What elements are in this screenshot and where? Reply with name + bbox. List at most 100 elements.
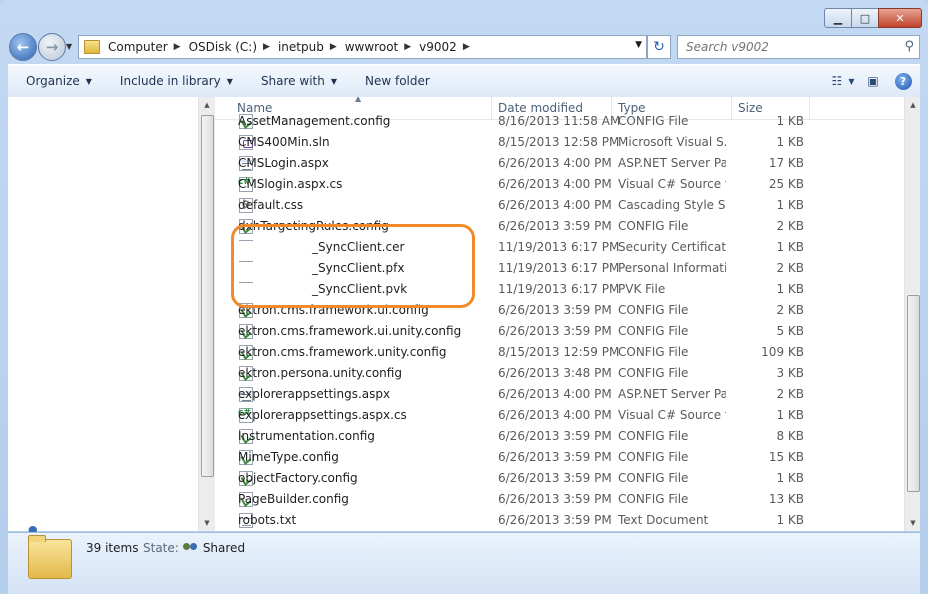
file-date: 6/26/2013 3:59 PM (498, 429, 612, 443)
chevron-right-icon[interactable]: ▶ (330, 42, 337, 52)
help-button[interactable]: ? (892, 71, 914, 91)
recent-pages-dropdown[interactable]: ▼ (66, 42, 72, 51)
share-with-menu[interactable]: Share with ▼ (251, 74, 347, 88)
new-folder-button[interactable]: New folder (355, 74, 440, 88)
file-date: 6/26/2013 4:00 PM (498, 156, 612, 170)
file-row[interactable]: CMS400Min.sln 8/15/2013 12:58 PM Microsoft… (215, 132, 905, 153)
file-row[interactable]: ektron.cms.framework.ui.unity.config 6/26… (215, 321, 905, 342)
scroll-thumb[interactable] (907, 295, 920, 492)
navigation-scrollbar[interactable]: ▲ ▼ (198, 97, 215, 531)
file-type: CONFIG File (618, 303, 689, 317)
file-size: 109 KB (761, 345, 804, 359)
item-count: 39 items (86, 541, 139, 555)
chevron-right-icon[interactable]: ▶ (174, 42, 181, 52)
file-date: 8/15/2013 12:59 PM (498, 345, 620, 359)
file-date: 6/26/2013 4:00 PM (498, 387, 612, 401)
file-row[interactable]: CMSlogin.aspx.cs 6/26/2013 4:00 PM Visual … (215, 174, 905, 195)
breadcrumb-computer[interactable]: Computer ▶ (108, 40, 185, 54)
file-size: 25 KB (768, 177, 804, 191)
preview-pane-button[interactable]: ▣ (862, 71, 884, 91)
file-list-scrollbar[interactable]: ▲ ▼ (904, 97, 920, 531)
file-type: Visual C# Source f... (618, 177, 726, 191)
forward-button[interactable]: → (38, 33, 66, 61)
file-row[interactable]: objectFactory.config 6/26/2013 3:59 PM CON… (215, 468, 905, 489)
file-row[interactable]: MimeType.config 6/26/2013 3:59 PM CONFIG F… (215, 447, 905, 468)
file-date: 6/26/2013 3:59 PM (498, 324, 612, 338)
view-options-button[interactable]: ☷ ▼ (832, 71, 855, 91)
file-name: CMS400Min.sln (238, 135, 330, 149)
organize-menu[interactable]: Organize ▼ (16, 74, 102, 88)
file-size: 1 KB (776, 198, 804, 212)
file-row[interactable]: explorerappsettings.aspx 6/26/2013 4:00 P… (215, 384, 905, 405)
file-date: 6/26/2013 4:00 PM (498, 198, 612, 212)
chevron-down-icon: ▼ (226, 76, 233, 86)
file-row[interactable]: _SyncClient.cer 11/19/2013 6:17 PM Securit… (215, 237, 905, 258)
scroll-up-icon[interactable]: ▲ (905, 97, 920, 113)
breadcrumb-v9002[interactable]: v9002 ▶ (419, 40, 474, 54)
redacted-region (238, 261, 312, 276)
caption-buttons: ▁ □ ✕ (824, 8, 922, 28)
breadcrumb-wwwroot[interactable]: wwwroot ▶ (345, 40, 415, 54)
folder-icon (84, 40, 100, 54)
file-row[interactable]: ektron.cms.framework.unity.config 8/15/20… (215, 342, 905, 363)
redacted-region (238, 240, 312, 255)
file-type: CONFIG File (618, 345, 689, 359)
file-name: robots.txt (238, 513, 297, 527)
search-input[interactable] (684, 39, 888, 55)
file-type: CONFIG File (618, 324, 689, 338)
file-row[interactable]: PageBuilder.config 6/26/2013 3:59 PM CONFI… (215, 489, 905, 510)
file-date: 6/26/2013 3:59 PM (498, 492, 612, 506)
file-type: CONFIG File (618, 366, 689, 380)
file-date: 8/16/2013 11:58 AM (498, 114, 621, 128)
file-row[interactable]: CMSLogin.aspx 6/26/2013 4:00 PM ASP.NET Se… (215, 153, 905, 174)
file-size: 2 KB (776, 261, 804, 275)
file-name: _SyncClient.cer (238, 240, 404, 255)
scroll-down-icon[interactable]: ▼ (905, 515, 920, 531)
file-size: 2 KB (776, 303, 804, 317)
scroll-thumb[interactable] (201, 115, 214, 477)
file-type: Microsoft Visual S... (618, 135, 726, 149)
file-size: 1 KB (776, 513, 804, 527)
file-name: ektron.persona.unity.config (238, 366, 402, 380)
close-button[interactable]: ✕ (878, 8, 922, 28)
address-bar[interactable]: Computer ▶ OSDisk (C:) ▶ inetpub ▶ wwwroot ▶… (78, 35, 647, 59)
search-box[interactable]: ⚲ (677, 35, 920, 59)
share-state: State: Shared (143, 541, 246, 555)
file-row[interactable]: dxhTargetingRules.config 6/26/2013 3:59 P… (215, 216, 905, 237)
address-dropdown-icon[interactable]: ▼ (635, 40, 642, 50)
file-row[interactable]: robots.txt 6/26/2013 3:59 PM Text Document… (215, 510, 905, 531)
chevron-right-icon[interactable]: ▶ (463, 42, 470, 52)
file-row[interactable]: ektron.persona.unity.config 6/26/2013 3:4… (215, 363, 905, 384)
maximize-button[interactable]: □ (851, 8, 879, 28)
file-list: AssetManagement.config 8/16/2013 11:58 AM… (215, 111, 905, 531)
file-date: 6/26/2013 3:59 PM (498, 219, 612, 233)
file-row[interactable]: ektron.cms.framework.ui.config 6/26/2013 … (215, 300, 905, 321)
file-name: explorerappsettings.aspx.cs (238, 408, 407, 422)
file-type: ASP.NET Server Pa... (618, 387, 726, 401)
file-name: AssetManagement.config (238, 114, 391, 128)
shared-users-icon (182, 542, 199, 554)
refresh-button[interactable]: ↻ (647, 35, 671, 59)
file-type: CONFIG File (618, 450, 689, 464)
file-size: 1 KB (776, 408, 804, 422)
scroll-up-icon[interactable]: ▲ (199, 97, 215, 113)
refresh-icon: ↻ (653, 39, 665, 55)
minimize-button[interactable]: ▁ (824, 8, 852, 28)
navigation-pane[interactable]: ▲ ▼ ● (8, 97, 215, 536)
file-list-pane: ▲ Name Date modified Type Size AssetMana… (215, 97, 920, 531)
scroll-down-icon[interactable]: ▼ (199, 515, 215, 531)
file-row[interactable]: _SyncClient.pfx 11/19/2013 6:17 PMPersona… (215, 258, 905, 279)
chevron-right-icon[interactable]: ▶ (263, 42, 270, 52)
file-row[interactable]: explorerappsettings.aspx.cs 6/26/2013 4:0… (215, 405, 905, 426)
chevron-right-icon[interactable]: ▶ (404, 42, 411, 52)
file-row[interactable]: default.css 6/26/2013 4:00 PM Cascading St… (215, 195, 905, 216)
include-in-library-menu[interactable]: Include in library ▼ (110, 74, 243, 88)
back-button[interactable]: ← (9, 33, 37, 61)
breadcrumb-osdisk[interactable]: OSDisk (C:) ▶ (189, 40, 274, 54)
file-row[interactable]: Instrumentation.config 6/26/2013 3:59 PM C… (215, 426, 905, 447)
file-row[interactable]: _SyncClient.pvk 11/19/2013 6:17 PM PVK Fil… (215, 279, 905, 300)
file-row[interactable]: AssetManagement.config 8/16/2013 11:58 AM… (215, 111, 905, 132)
search-icon[interactable]: ⚲ (904, 39, 914, 54)
file-name: dxhTargetingRules.config (238, 219, 389, 233)
breadcrumb-inetpub[interactable]: inetpub ▶ (278, 40, 341, 54)
